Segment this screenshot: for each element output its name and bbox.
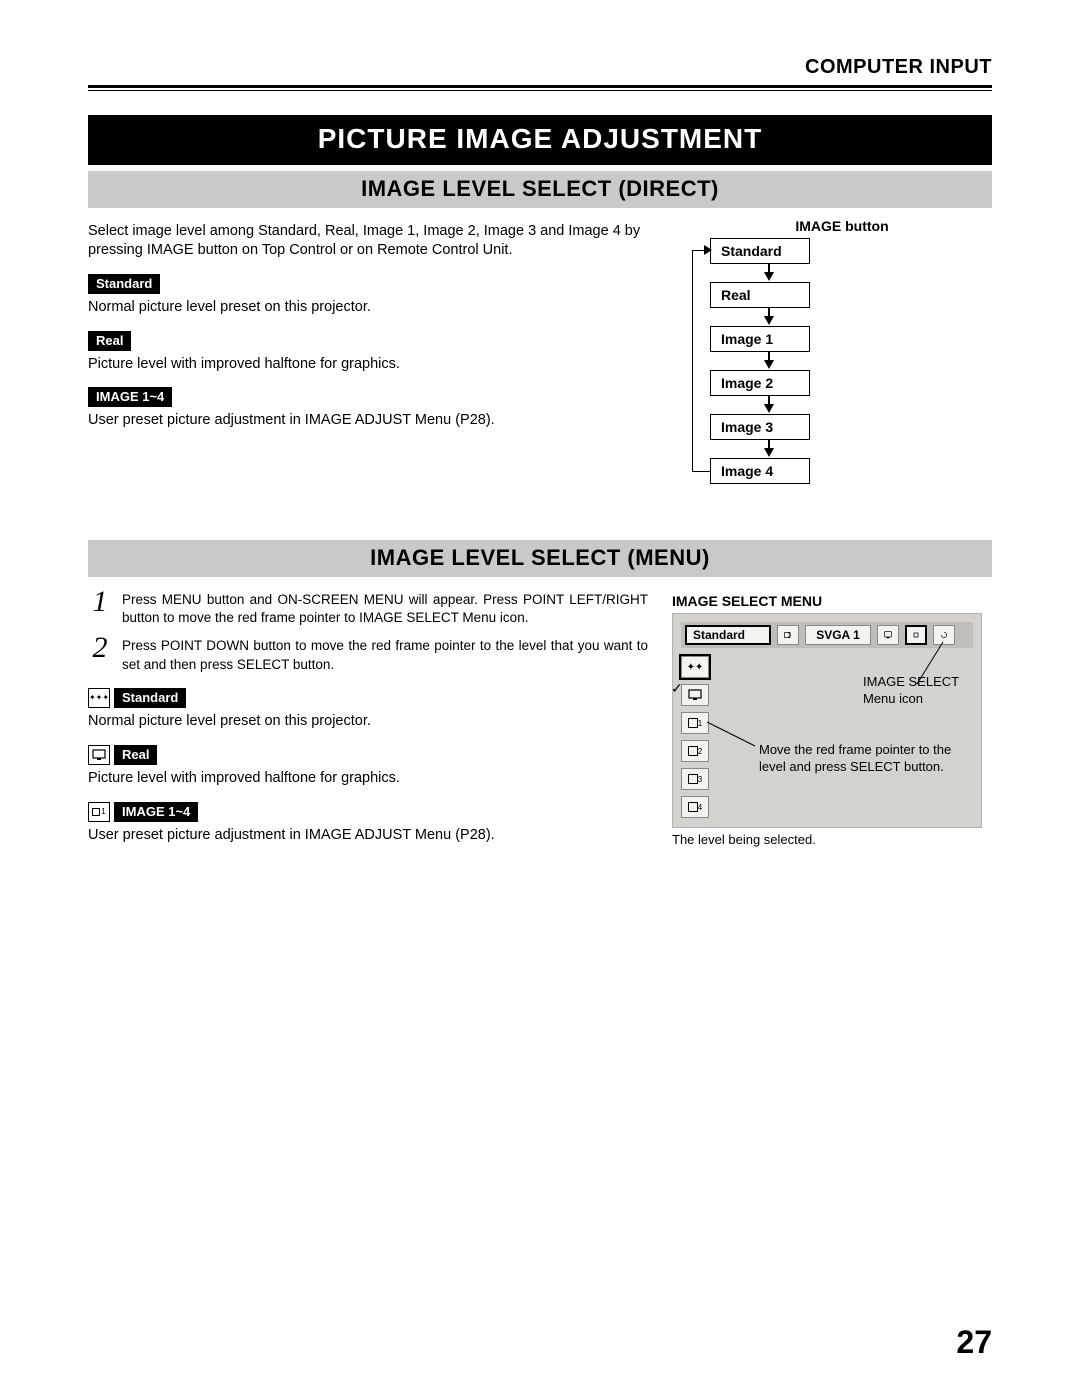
- section-heading-menu: IMAGE LEVEL SELECT (MENU): [88, 540, 992, 577]
- callout-lines: [673, 614, 983, 829]
- def-tag-image14-2: IMAGE 1~4: [114, 802, 198, 822]
- callout-image-select: IMAGE SELECT Menu icon: [863, 674, 975, 708]
- real-icon: [88, 745, 110, 765]
- def-desc-real: Picture level with improved halftone for…: [88, 355, 668, 374]
- diagram-title: IMAGE button: [692, 218, 992, 234]
- def-tag-real-2: Real: [114, 745, 157, 765]
- menu-shot-title: IMAGE SELECT MENU: [672, 593, 992, 609]
- def-desc-real-2: Picture level with improved halftone for…: [88, 769, 648, 788]
- image14-icon: 1: [88, 802, 110, 822]
- step-number-2: 2: [88, 633, 112, 673]
- section1-intro: Select image level among Standard, Real,…: [88, 222, 668, 260]
- loop-return-line: [692, 250, 710, 472]
- step-text-1: Press MENU button and ON-SCREEN MENU wil…: [122, 587, 648, 627]
- def-desc-image14: User preset picture adjustment in IMAGE …: [88, 411, 668, 430]
- seq-image4: Image 4: [710, 458, 810, 484]
- seq-image2: Image 2: [710, 370, 810, 396]
- seq-image3: Image 3: [710, 414, 810, 440]
- page-number: 27: [956, 1324, 992, 1361]
- section2-right: IMAGE SELECT MENU Standard SVGA 1: [672, 577, 992, 847]
- section1-left: Select image level among Standard, Real,…: [88, 208, 668, 484]
- arrow-down-icon: [768, 440, 986, 458]
- def-tag-standard-2: Standard: [114, 688, 186, 708]
- image-button-diagram: IMAGE button Standard Real Image 1 Image…: [692, 208, 992, 484]
- menu-caption: The level being selected.: [672, 832, 992, 847]
- seq-image1: Image 1: [710, 326, 810, 352]
- def-tag-image14: IMAGE 1~4: [88, 387, 172, 407]
- def-tag-real: Real: [88, 331, 131, 351]
- loop-arrow-icon: [704, 245, 712, 255]
- arrow-down-icon: [768, 352, 986, 370]
- arrow-down-icon: [768, 308, 986, 326]
- header-rule: [88, 85, 992, 91]
- def-tag-standard: Standard: [88, 274, 160, 294]
- seq-standard: Standard: [710, 238, 810, 264]
- page-header: COMPUTER INPUT: [88, 56, 992, 79]
- def-desc-standard-2: Normal picture level preset on this proj…: [88, 712, 648, 731]
- menu-screenshot: Standard SVGA 1 ✓: [672, 613, 982, 828]
- main-title: PICTURE IMAGE ADJUSTMENT: [88, 115, 992, 165]
- seq-real: Real: [710, 282, 810, 308]
- section2-left: 1 Press MENU button and ON-SCREEN MENU w…: [88, 577, 648, 847]
- def-desc-standard: Normal picture level preset on this proj…: [88, 298, 668, 317]
- step-text-2: Press POINT DOWN button to move the red …: [122, 633, 648, 673]
- standard-icon: ✦✦✦: [88, 688, 110, 708]
- step-number-1: 1: [88, 587, 112, 627]
- def-desc-image14-2: User preset picture adjustment in IMAGE …: [88, 826, 648, 845]
- arrow-down-icon: [768, 396, 986, 414]
- section-heading-direct: IMAGE LEVEL SELECT (DIRECT): [88, 171, 992, 208]
- arrow-down-icon: [768, 264, 986, 282]
- callout-move-pointer: Move the red frame pointer to the level …: [759, 742, 969, 776]
